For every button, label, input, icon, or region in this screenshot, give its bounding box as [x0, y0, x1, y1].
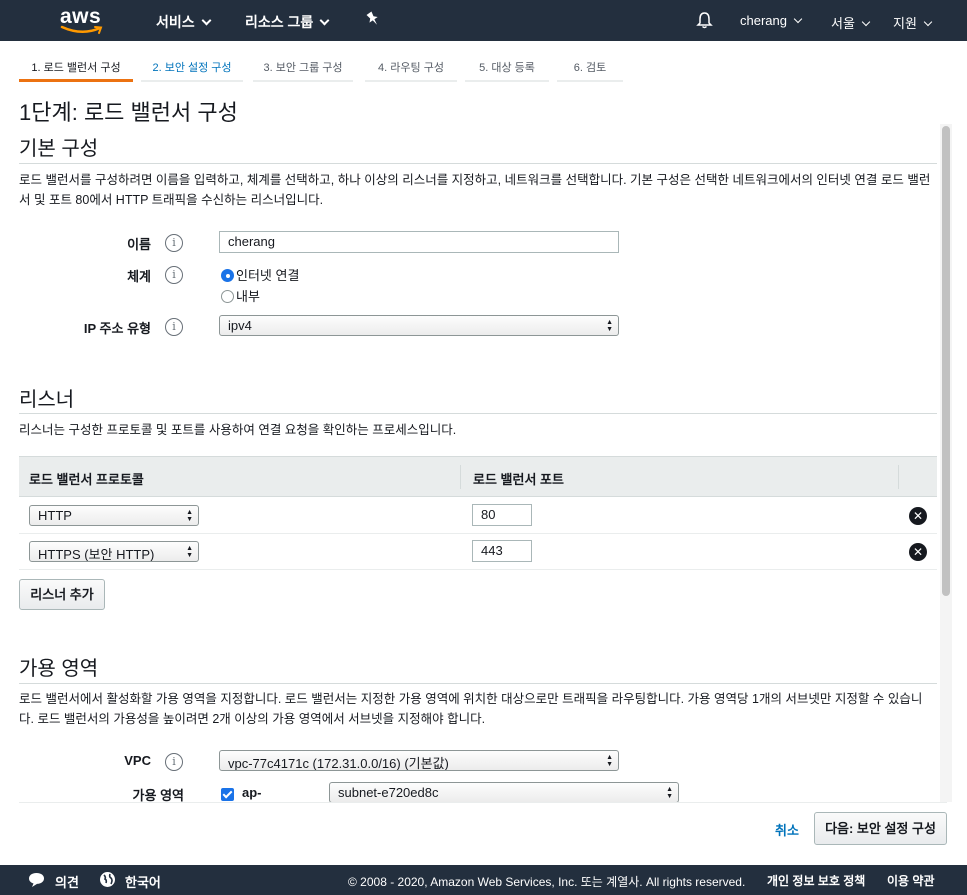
scheme-label: 체계	[127, 269, 151, 284]
availability-zone-label: 가용 영역	[132, 788, 184, 802]
scheme-internet-facing-radio[interactable]: 인터넷 연결	[221, 265, 299, 284]
region-menu[interactable]: 서울	[831, 13, 871, 32]
select-arrows-icon: ▲ ▼	[606, 754, 613, 768]
select-arrows-icon: ▲ ▼	[606, 319, 613, 333]
vpc-label: VPC	[124, 753, 151, 768]
tab-step-1[interactable]: 1. 로드 밸런서 구성	[19, 54, 133, 82]
basic-config-description: 로드 밸런서를 구성하려면 이름을 입력하고, 체계를 선택하고, 하나 이상의…	[19, 173, 931, 207]
column-separator	[460, 465, 461, 489]
chevron-down-icon	[201, 15, 212, 26]
info-icon[interactable]: i	[165, 753, 183, 771]
tab-step-3[interactable]: 3. 보안 그룹 구성	[253, 54, 353, 82]
chevron-down-icon	[319, 15, 330, 26]
feedback-icon	[29, 873, 44, 887]
port-input[interactable]: 80	[472, 504, 532, 526]
availability-zones-description: 로드 밸런서에서 활성화할 가용 영역을 지정합니다. 로드 밸런서는 지정한 …	[19, 692, 923, 726]
terms-link[interactable]: 이용 약관	[887, 872, 935, 889]
support-menu[interactable]: 지원	[893, 13, 933, 32]
listeners-description: 리스너는 구성한 프로토콜 및 포트를 사용하여 연결 요청을 확인하는 프로세…	[19, 423, 457, 437]
protocol-column-header: 로드 밸런서 프로토콜	[29, 472, 144, 487]
footer: 의견 한국어 © 2008 - 2020, Amazon Web Service…	[0, 865, 967, 895]
info-icon[interactable]: i	[165, 266, 183, 284]
aws-logo[interactable]: aws	[60, 5, 104, 35]
scrollbar-thumb[interactable]	[942, 126, 950, 596]
tab-step-2[interactable]: 2. 보안 설정 구성	[141, 54, 243, 82]
feedback-link[interactable]: 의견	[55, 872, 79, 891]
services-menu[interactable]: 서비스	[156, 12, 212, 32]
listener-row: HTTP ▲ ▼ 80 ✕	[19, 498, 937, 534]
pin-icon[interactable]	[366, 11, 380, 30]
select-arrows-icon: ▲ ▼	[186, 545, 193, 559]
port-input[interactable]: 443	[472, 540, 532, 562]
zone-checkbox[interactable]	[221, 788, 234, 801]
select-arrows-icon: ▲ ▼	[666, 786, 673, 800]
resource-groups-menu[interactable]: 리소스 그룹	[245, 12, 330, 32]
divider	[19, 413, 937, 414]
select-arrows-icon: ▲ ▼	[186, 509, 193, 523]
aws-smile-icon	[60, 25, 103, 34]
protocol-select[interactable]: HTTP ▲ ▼	[29, 505, 199, 526]
divider	[19, 683, 937, 684]
port-column-header: 로드 밸런서 포트	[473, 472, 564, 487]
info-icon[interactable]: i	[165, 234, 183, 252]
column-separator	[898, 465, 899, 489]
remove-listener-icon[interactable]: ✕	[909, 507, 927, 525]
chevron-down-icon	[861, 17, 871, 27]
tab-step-6[interactable]: 6. 검토	[557, 54, 623, 82]
scheme-internal-radio[interactable]: 내부	[221, 286, 260, 305]
remove-listener-icon[interactable]: ✕	[909, 543, 927, 561]
top-navigation-bar: aws 서비스 리소스 그룹 cherang 서울 지원	[0, 0, 967, 41]
privacy-policy-link[interactable]: 개인 정보 보호 정책	[767, 872, 865, 889]
basic-config-title: 기본 구성	[19, 138, 99, 160]
add-listener-button[interactable]: 리스너 추가	[19, 579, 105, 610]
next-button[interactable]: 다음: 보안 설정 구성	[814, 812, 947, 845]
radio-button[interactable]	[221, 290, 234, 303]
protocol-select[interactable]: HTTPS (보안 HTTP) ▲ ▼	[29, 541, 199, 562]
page-title: 1단계: 로드 밸런서 구성	[19, 100, 238, 125]
cancel-link[interactable]: 취소	[775, 820, 799, 839]
chevron-down-icon	[923, 17, 933, 27]
name-input[interactable]: cherang	[219, 231, 619, 253]
listeners-table-header: 로드 밸런서 프로토콜 로드 밸런서 포트	[19, 456, 937, 497]
zone-name: ap-	[242, 785, 262, 800]
divider	[19, 163, 937, 164]
vpc-select[interactable]: vpc-77c4171c (172.31.0.0/16) (기본값) ▲ ▼	[219, 750, 619, 771]
globe-icon	[100, 872, 115, 887]
chevron-down-icon	[793, 14, 803, 24]
name-label: 이름	[127, 237, 151, 252]
language-selector[interactable]: 한국어	[125, 872, 161, 891]
ip-type-label: IP 주소 유형	[83, 321, 151, 336]
divider	[19, 802, 947, 803]
copyright-text: © 2008 - 2020, Amazon Web Services, Inc.…	[348, 875, 746, 889]
account-menu[interactable]: cherang	[740, 13, 803, 28]
subnet-select[interactable]: subnet-e720ed8c ▲ ▼	[329, 782, 679, 802]
listener-row: HTTPS (보안 HTTP) ▲ ▼ 443 ✕	[19, 534, 937, 570]
info-icon[interactable]: i	[165, 318, 183, 336]
radio-button[interactable]	[221, 269, 234, 282]
bell-icon[interactable]	[696, 11, 713, 32]
tab-step-5[interactable]: 5. 대상 등록	[465, 54, 549, 82]
tab-step-4[interactable]: 4. 라우팅 구성	[365, 54, 457, 82]
availability-zones-title: 가용 영역	[19, 658, 99, 680]
wizard-content: 기본 구성 로드 밸런서를 구성하려면 이름을 입력하고, 체계를 선택하고, …	[0, 124, 940, 802]
listeners-title: 리스너	[19, 389, 75, 411]
ip-type-select[interactable]: ipv4 ▲ ▼	[219, 315, 619, 336]
